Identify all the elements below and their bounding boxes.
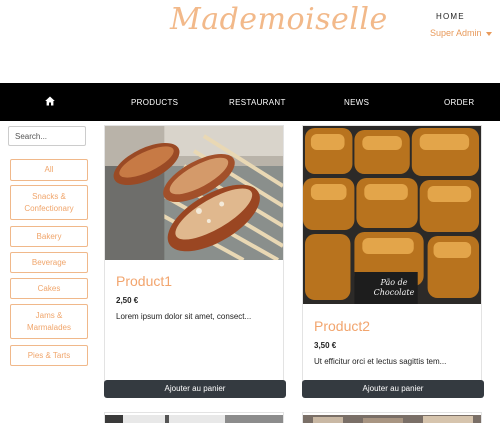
brand-logo[interactable]: Mademoiselle xyxy=(170,2,388,37)
product-card-partial xyxy=(104,412,284,423)
nav-order[interactable]: ORDER xyxy=(444,98,474,107)
product-image[interactable] xyxy=(105,126,283,260)
category-pies[interactable]: Pies & Tarts xyxy=(10,345,88,366)
caret-down-icon xyxy=(485,31,492,36)
product-title[interactable]: Product2 xyxy=(314,318,370,334)
nav-news[interactable]: NEWS xyxy=(344,98,369,107)
image-caption: Pão de Chocolate xyxy=(373,278,415,297)
product-card: Pão de Chocolate Product2 3,50 € Ut effi… xyxy=(302,125,484,398)
category-bakery[interactable]: Bakery xyxy=(10,226,88,247)
product-card: Product1 2,50 € Lorem ipsum dolor sit am… xyxy=(104,125,286,398)
nav-products[interactable]: PRODUCTS xyxy=(131,98,178,107)
category-all[interactable]: All xyxy=(10,159,88,181)
product-price: 3,50 € xyxy=(314,341,337,350)
add-to-cart-button[interactable]: Ajouter au panier xyxy=(302,380,484,398)
user-menu-label: Super Admin xyxy=(430,28,482,38)
category-snacks[interactable]: Snacks & Confectionary xyxy=(10,185,88,220)
product-title[interactable]: Product1 xyxy=(116,273,172,289)
category-beverage[interactable]: Beverage xyxy=(10,252,88,273)
add-to-cart-button[interactable]: Ajouter au panier xyxy=(104,380,286,398)
home-link[interactable]: HOME xyxy=(436,12,465,21)
category-cakes[interactable]: Cakes xyxy=(10,278,88,299)
page: Mademoiselle HOME Super Admin PRODUCTS R… xyxy=(0,0,500,423)
product-description: Lorem ipsum dolor sit amet, consect... xyxy=(116,312,252,321)
product-image xyxy=(303,415,481,423)
main-navbar: PRODUCTS RESTAURANT NEWS ORDER xyxy=(0,83,500,121)
product-price: 2,50 € xyxy=(116,296,139,305)
nav-restaurant[interactable]: RESTAURANT xyxy=(229,98,286,107)
search-input[interactable] xyxy=(8,126,86,146)
product-image xyxy=(105,415,283,423)
product-card-partial xyxy=(302,412,482,423)
home-icon[interactable] xyxy=(45,96,55,106)
category-jams[interactable]: Jams & Marmalades xyxy=(10,304,88,339)
user-menu[interactable]: Super Admin xyxy=(430,28,492,38)
product-description: Ut efficitur orci et lectus sagittis tem… xyxy=(314,357,447,366)
